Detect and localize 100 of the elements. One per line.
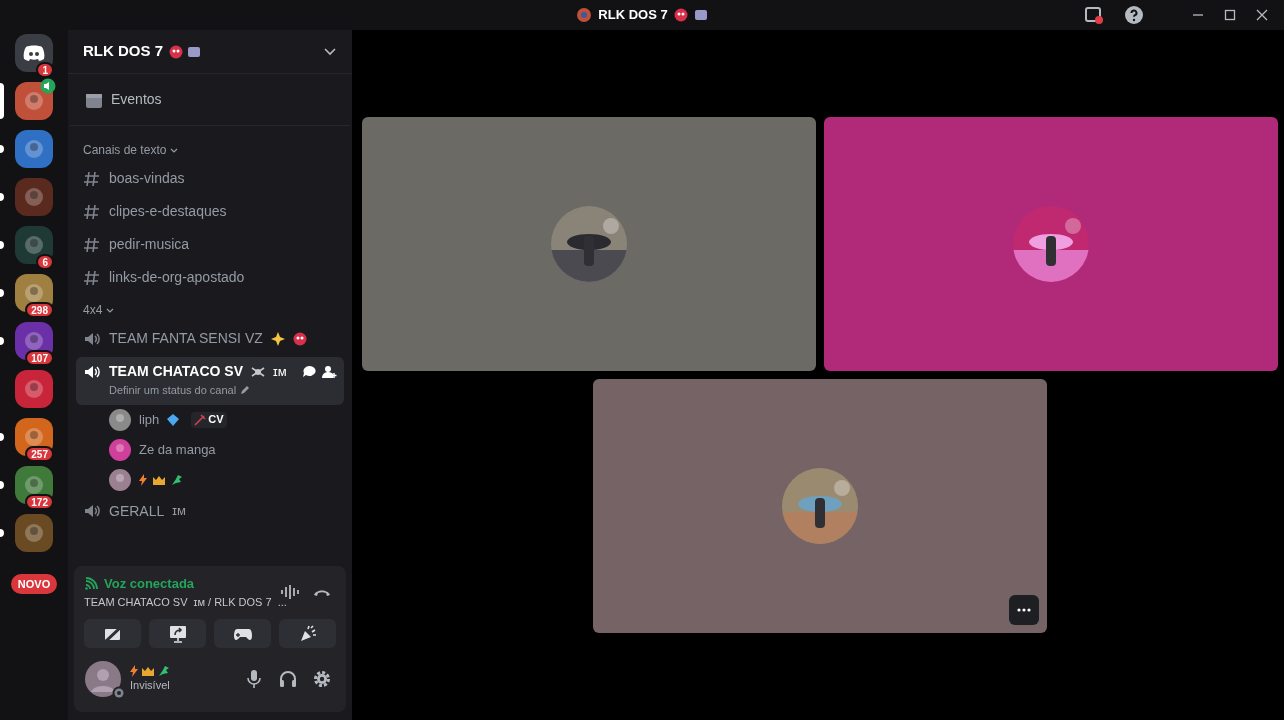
crown-icon — [153, 474, 165, 485]
channel-item[interactable]: links-de-org-apostado — [76, 261, 344, 294]
channel-item[interactable]: TEAM CHATACO SV ɪᴍ Definir um status do canal — [76, 357, 344, 405]
soundwave-icon[interactable] — [280, 584, 300, 600]
channel-tag: ɪᴍ — [273, 361, 287, 382]
help-icon[interactable] — [1124, 5, 1144, 25]
settings-icon[interactable] — [312, 669, 332, 689]
speaker-icon — [83, 502, 101, 520]
pencil-icon — [240, 385, 251, 396]
notification-badge: 107 — [25, 350, 54, 366]
gamepad-icon — [232, 626, 253, 641]
channel-item[interactable]: GERALL ɪᴍ — [76, 494, 344, 528]
server-icon[interactable] — [15, 82, 53, 120]
video-tile[interactable] — [824, 117, 1278, 371]
server-emblem-icon — [22, 425, 46, 449]
invisible-status-icon — [112, 686, 126, 700]
channel-name: TEAM FANTA SENSI VZ — [109, 329, 263, 348]
home-button[interactable] — [15, 34, 53, 72]
emoji-icon — [673, 8, 688, 22]
screen-share-icon — [167, 624, 188, 643]
member-name[interactable]: Ze da manga — [139, 439, 216, 460]
user-avatar[interactable] — [84, 660, 122, 698]
voice-channel-name[interactable]: TEAM CHATACO SV — [84, 593, 188, 610]
discord-logo-icon — [22, 43, 46, 63]
notification-badge: 1 — [36, 62, 54, 78]
bird-icon — [171, 473, 183, 486]
chevron-down-icon[interactable] — [323, 46, 337, 57]
signal-icon — [84, 576, 98, 591]
channel-status[interactable]: Definir um status do canal — [109, 382, 237, 399]
emoji-icon — [169, 44, 183, 59]
new-badge[interactable]: NOVO — [10, 574, 58, 594]
ellipsis: ... — [277, 594, 287, 610]
headphones-icon[interactable] — [278, 669, 298, 689]
server-emblem-icon — [22, 89, 46, 113]
bird-icon — [158, 664, 170, 677]
more-options-button[interactable] — [1009, 595, 1039, 625]
user-avatar[interactable] — [109, 408, 131, 431]
channel-name: GERALL — [109, 501, 165, 521]
channel-name: clipes-e-destaques — [109, 202, 227, 221]
channel-name: boas-vindas — [109, 169, 185, 188]
server-name[interactable]: RLK DOS 7 — [83, 40, 163, 63]
channel-item[interactable]: pedir-musica — [76, 228, 344, 261]
clan-tag-text: CV — [208, 412, 224, 428]
chat-icon[interactable] — [302, 364, 316, 379]
server-emblem-icon — [22, 233, 46, 257]
server-emblem-icon — [22, 377, 46, 401]
close-icon[interactable] — [1256, 9, 1268, 21]
skull-icon — [251, 365, 266, 378]
activity-button[interactable] — [214, 619, 271, 648]
user-status: Invisível — [130, 677, 170, 693]
category-header[interactable]: 4x4 — [83, 301, 103, 319]
channel-item[interactable]: clipes-e-destaques — [76, 195, 344, 228]
server-emblem-icon — [22, 473, 46, 497]
camera-off-button[interactable] — [84, 619, 141, 648]
category-header[interactable]: Canais de texto — [83, 141, 167, 159]
voice-server-name[interactable]: ɪᴍ / RLK DOS 7 — [193, 593, 272, 610]
server-icon[interactable] — [15, 418, 53, 456]
microphone-icon[interactable] — [244, 669, 264, 689]
server-logo-icon — [576, 7, 593, 23]
hashtag-icon — [83, 202, 101, 221]
channel-item[interactable]: TEAM FANTA SENSI VZ — [76, 322, 344, 355]
channel-name: links-de-org-apostado — [109, 268, 245, 287]
video-tile[interactable] — [362, 117, 816, 371]
member-name[interactable]: liph — [139, 409, 160, 430]
server-emblem-icon — [22, 137, 46, 161]
server-icon[interactable] — [15, 274, 53, 312]
sword-icon — [194, 413, 207, 426]
channel-name: TEAM CHATACO SV — [109, 362, 244, 381]
add-member-icon[interactable] — [322, 364, 337, 379]
hashtag-icon — [83, 268, 101, 287]
soundboard-button[interactable] — [279, 619, 336, 648]
maximize-icon[interactable] — [1224, 9, 1236, 21]
hashtag-icon — [83, 169, 101, 188]
lightning-icon — [130, 664, 138, 677]
chevron-down-icon — [170, 147, 179, 153]
server-icon[interactable] — [15, 322, 53, 360]
server-emblem-icon — [22, 521, 46, 545]
window-title: RLK DOS 7 — [598, 6, 668, 25]
channel-name: pedir-musica — [109, 235, 190, 254]
emoji-icon — [187, 45, 201, 58]
notification-badge: 257 — [25, 446, 54, 462]
screen-share-button[interactable] — [149, 619, 206, 648]
diamond-icon — [167, 413, 180, 426]
server-emblem-icon — [22, 281, 46, 305]
channel-item[interactable]: boas-vindas — [76, 162, 344, 195]
emoji-icon — [693, 9, 708, 21]
server-emblem-icon — [22, 329, 46, 353]
notification-badge: 172 — [25, 494, 54, 510]
more-icon — [1017, 608, 1031, 612]
events-link[interactable]: Eventos — [111, 89, 162, 110]
crown-icon — [142, 665, 154, 676]
server-icon[interactable] — [15, 130, 53, 168]
notification-badge: 298 — [25, 302, 54, 318]
user-avatar[interactable] — [109, 438, 131, 461]
video-tile[interactable] — [593, 379, 1047, 633]
voice-status: Voz conectada — [104, 575, 195, 593]
hashtag-icon — [83, 235, 101, 254]
user-avatar[interactable] — [109, 468, 131, 491]
channel-tag: ɪᴍ — [172, 501, 186, 521]
inbox-icon[interactable] — [1084, 5, 1104, 25]
